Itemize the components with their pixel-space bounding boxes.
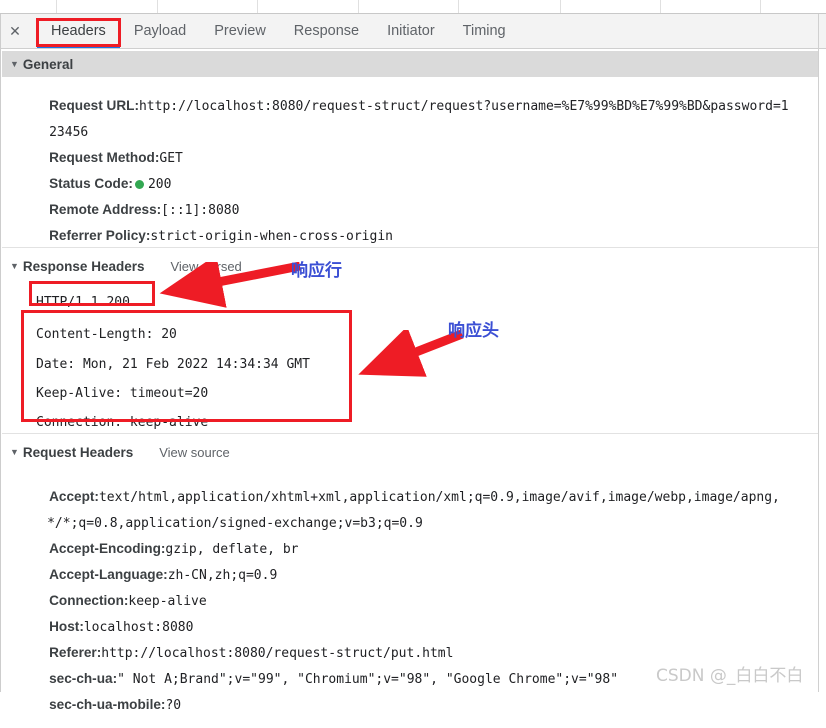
tab-payload[interactable]: Payload [120, 15, 200, 48]
tab-preview-label: Preview [214, 23, 266, 39]
tab-timing-label: Timing [462, 23, 506, 39]
section-divider [2, 247, 819, 248]
chevron-down-icon: ▼ [10, 58, 19, 69]
column-divider[interactable] [458, 0, 459, 14]
section-header-response-headers[interactable]: ▼ Response Headers View parsed [2, 253, 819, 279]
column-divider[interactable] [660, 0, 661, 14]
row-value: ?0 [165, 698, 182, 713]
column-divider[interactable] [257, 0, 258, 14]
response-header-line: Connection: keep-alive [36, 415, 209, 430]
tab-response-label: Response [293, 23, 360, 39]
row-name: sec-ch-ua-mobile: [49, 697, 166, 712]
response-header-line: Content-Length: 20 [36, 327, 177, 342]
section-title-response-headers: Response Headers [22, 258, 145, 274]
row-name: Referrer Policy: [49, 228, 151, 243]
response-header-line: Keep-Alive: timeout=20 [36, 386, 209, 401]
column-divider[interactable] [157, 0, 158, 14]
network-table-header-row [0, 0, 826, 14]
tab-headers[interactable]: Headers [37, 15, 120, 48]
view-source-button[interactable]: View source [159, 445, 230, 460]
tab-response[interactable]: Response [280, 15, 373, 48]
row-value: http://localhost:8080/request-struct/req… [138, 99, 789, 114]
tab-timing[interactable]: Timing [449, 15, 520, 48]
response-header-line: Date: Mon, 21 Feb 2022 14:34:34 GMT [36, 357, 310, 372]
row-value: strict-origin-when-cross-origin [150, 229, 393, 244]
chevron-down-icon: ▼ [10, 446, 19, 457]
view-parsed-button[interactable]: View parsed [170, 259, 241, 274]
detail-tabstrip: ✕ Headers Payload Preview Response Initi… [1, 14, 826, 49]
section-header-general[interactable]: ▼ General [2, 51, 819, 77]
section-title-request-headers: Request Headers [22, 444, 134, 460]
request-detail-pane: ✕ Headers Payload Preview Response Initi… [0, 14, 826, 713]
column-divider[interactable] [56, 0, 57, 14]
tab-payload-label: Payload [133, 23, 187, 39]
tab-preview[interactable]: Preview [200, 15, 280, 48]
tab-active-underline [37, 44, 120, 48]
section-header-request-headers[interactable]: ▼ Request Headers View source [2, 439, 819, 465]
column-divider[interactable] [760, 0, 761, 14]
chevron-down-icon: ▼ [10, 260, 19, 271]
section-divider [2, 433, 819, 434]
csdn-watermark: CSDN @_白白不白 [656, 666, 804, 686]
pane-right-border [818, 14, 819, 692]
general-row-request-url: Request URL:http://localhost:8080/reques… [34, 83, 789, 129]
tab-initiator[interactable]: Initiator [373, 15, 449, 48]
close-icon[interactable]: ✕ [1, 15, 29, 48]
tab-initiator-label: Initiator [387, 23, 435, 39]
tab-headers-label: Headers [51, 23, 106, 39]
section-title-general: General [22, 56, 74, 72]
column-divider[interactable] [358, 0, 359, 14]
response-status-line: HTTP/1.1 200 [36, 295, 130, 310]
column-divider[interactable] [560, 0, 561, 14]
row-value: " Not A;Brand";v="99", "Chromium";v="98"… [117, 672, 619, 687]
request-row-sec-ch-ua-mobile: sec-ch-ua-mobile:?0 [34, 682, 181, 728]
